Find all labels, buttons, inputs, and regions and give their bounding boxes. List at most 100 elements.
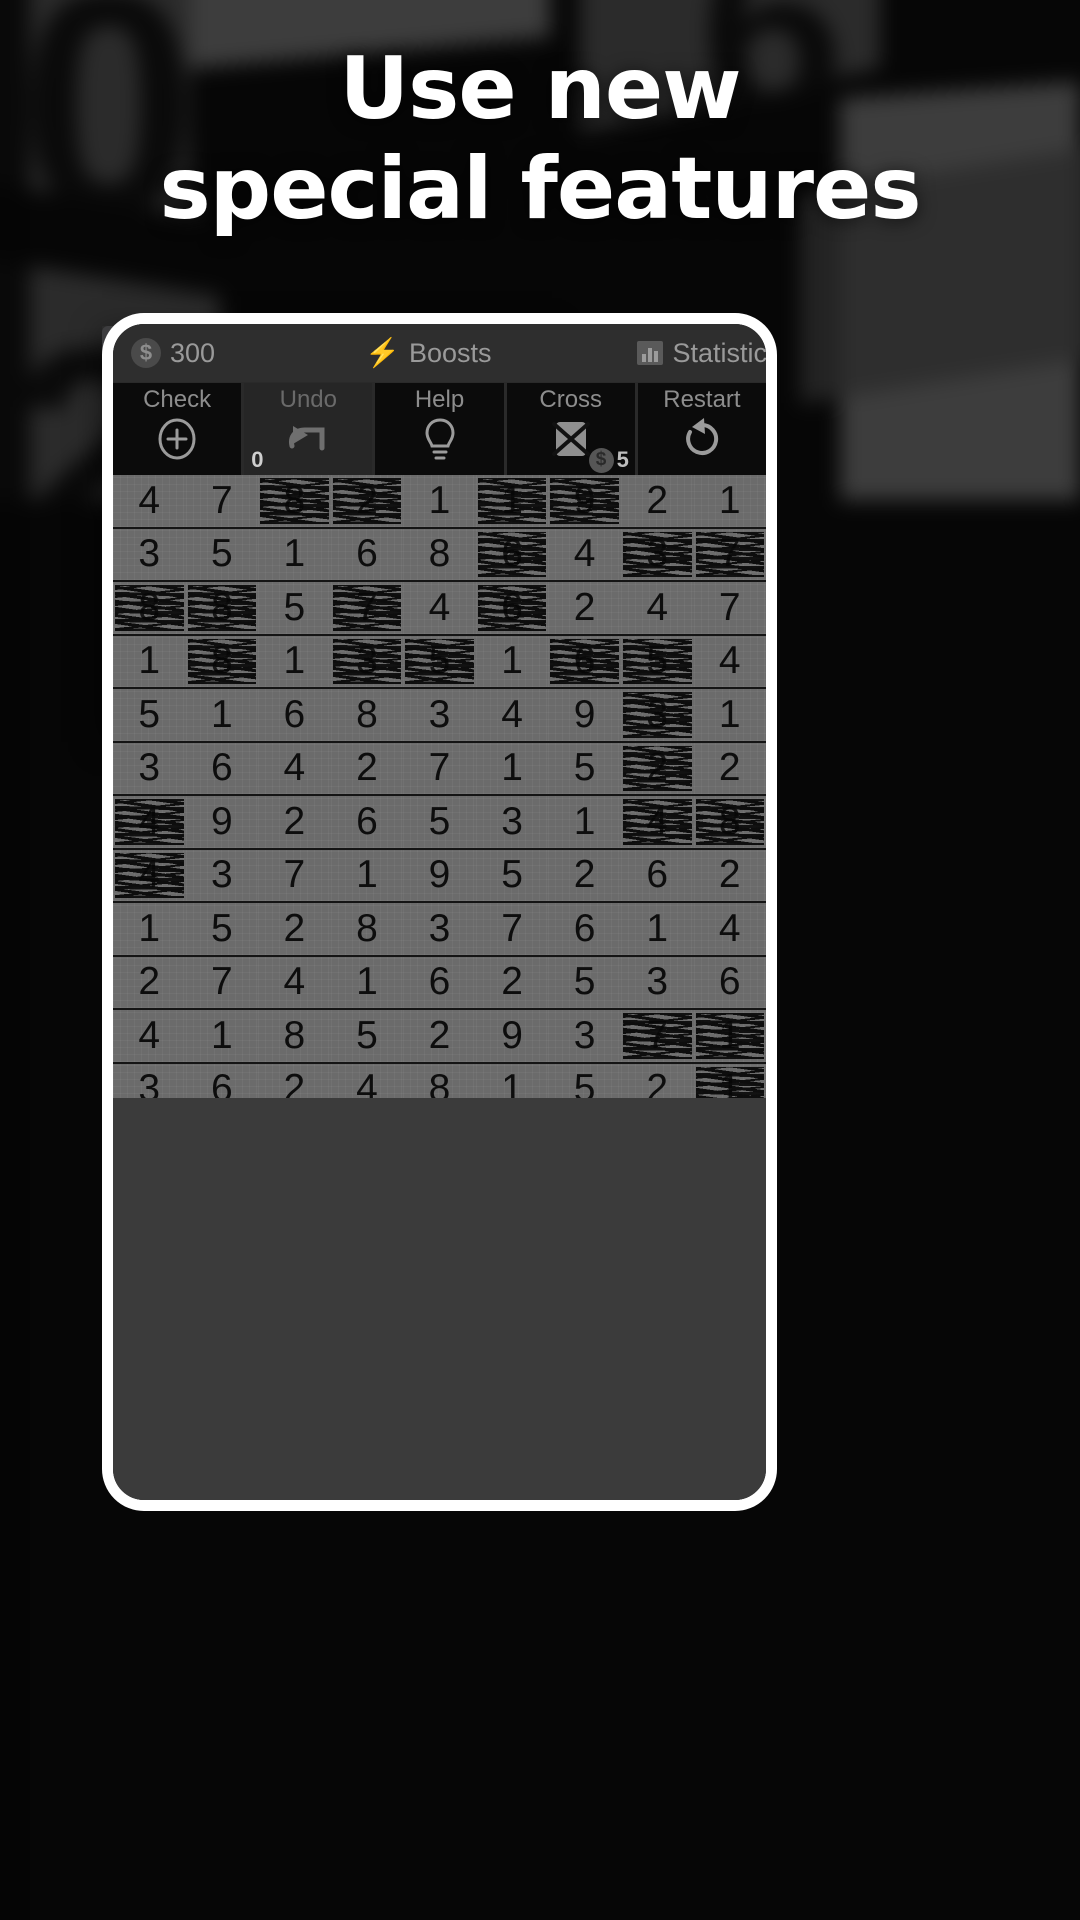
grid-cell[interactable]: 6 xyxy=(330,796,404,848)
grid-cell[interactable]: 4 xyxy=(693,903,766,955)
grid-cell[interactable]: 1 xyxy=(693,689,766,741)
grid-cell[interactable]: 5 xyxy=(185,528,259,580)
grid-cell[interactable]: 1 xyxy=(185,1010,259,1062)
grid-cell[interactable]: 4 xyxy=(548,528,621,580)
help-button[interactable]: Help xyxy=(375,383,504,475)
grid-cell[interactable]: 1 xyxy=(693,475,766,527)
grid-cell[interactable]: 1 xyxy=(475,475,549,527)
grid-cell[interactable]: 2 xyxy=(403,1010,476,1062)
grid-cell[interactable]: 2 xyxy=(620,475,694,527)
grid-cell[interactable]: 7 xyxy=(403,742,476,794)
grid-cell[interactable]: 5 xyxy=(403,635,476,687)
grid-cell[interactable]: 2 xyxy=(475,956,549,1008)
grid-cell[interactable]: 3 xyxy=(403,903,476,955)
grid-cell[interactable]: 2 xyxy=(620,742,694,794)
grid-cell[interactable]: 2 xyxy=(258,796,331,848)
grid-cell[interactable]: 4 xyxy=(258,742,331,794)
grid-cell[interactable]: 3 xyxy=(403,689,476,741)
cross-button[interactable]: Cross $ 5 xyxy=(506,383,635,475)
grid-cell[interactable]: 3 xyxy=(620,956,694,1008)
grid-cell[interactable]: 4 xyxy=(113,1010,186,1062)
grid-cell[interactable]: 1 xyxy=(548,796,621,848)
grid-cell[interactable]: 9 xyxy=(185,796,259,848)
number-grid[interactable]: 4782119213516864378857462471813516545168… xyxy=(113,475,766,1171)
grid-cell[interactable]: 4 xyxy=(475,689,549,741)
grid-cell[interactable]: 5 xyxy=(113,689,186,741)
grid-cell[interactable]: 4 xyxy=(620,582,694,634)
grid-cell[interactable]: 1 xyxy=(403,475,476,527)
grid-cell[interactable]: 3 xyxy=(185,849,259,901)
grid-cell[interactable]: 3 xyxy=(330,635,404,687)
grid-cell[interactable]: 2 xyxy=(548,849,621,901)
grid-cell[interactable]: 3 xyxy=(620,689,694,741)
grid-cell[interactable]: 6 xyxy=(185,742,259,794)
grid-cell[interactable]: 3 xyxy=(113,742,186,794)
grid-cell[interactable]: 1 xyxy=(475,635,549,687)
grid-cell[interactable]: 7 xyxy=(185,475,259,527)
grid-cell[interactable]: 1 xyxy=(113,903,186,955)
grid-cell[interactable]: 9 xyxy=(403,849,476,901)
grid-cell[interactable]: 1 xyxy=(620,903,694,955)
grid-cell[interactable]: 8 xyxy=(258,475,331,527)
grid-cell[interactable]: 1 xyxy=(330,849,404,901)
grid-cell[interactable]: 6 xyxy=(548,903,621,955)
grid-cell[interactable]: 6 xyxy=(475,528,549,580)
grid-cell[interactable]: 1 xyxy=(330,956,404,1008)
grid-cell[interactable]: 4 xyxy=(620,796,694,848)
grid-cell[interactable]: 5 xyxy=(185,903,259,955)
grid-cell[interactable]: 6 xyxy=(475,582,549,634)
grid-cell[interactable]: 3 xyxy=(475,796,549,848)
grid-cell[interactable]: 5 xyxy=(403,796,476,848)
grid-cell[interactable]: 9 xyxy=(548,475,621,527)
grid-cell[interactable]: 2 xyxy=(693,849,766,901)
grid-cell[interactable]: 4 xyxy=(113,796,186,848)
grid-cell[interactable]: 3 xyxy=(548,1010,621,1062)
grid-cell[interactable]: 2 xyxy=(548,582,621,634)
grid-cell[interactable]: 1 xyxy=(185,689,259,741)
grid-cell[interactable]: 7 xyxy=(693,582,766,634)
grid-cell[interactable]: 8 xyxy=(185,582,259,634)
grid-cell[interactable]: 1 xyxy=(258,635,331,687)
grid-cell[interactable]: 4 xyxy=(258,956,331,1008)
grid-cell[interactable]: 2 xyxy=(258,903,331,955)
grid-cell[interactable]: 1 xyxy=(475,742,549,794)
grid-cell[interactable]: 3 xyxy=(620,528,694,580)
grid-cell[interactable]: 2 xyxy=(693,742,766,794)
grid-cell[interactable]: 5 xyxy=(330,1010,404,1062)
grid-cell[interactable]: 4 xyxy=(403,582,476,634)
grid-cell[interactable]: 4 xyxy=(113,475,186,527)
grid-cell[interactable]: 6 xyxy=(693,956,766,1008)
grid-cell[interactable]: 7 xyxy=(475,903,549,955)
grid-cell[interactable]: 2 xyxy=(330,742,404,794)
undo-button[interactable]: Undo 0 xyxy=(244,383,373,475)
grid-cell[interactable]: 8 xyxy=(113,582,186,634)
grid-cell[interactable]: 8 xyxy=(330,689,404,741)
grid-cell[interactable]: 6 xyxy=(403,956,476,1008)
statistics-menu-button[interactable]: Statistics xyxy=(637,338,766,369)
boosts-menu-button[interactable]: ⚡ Boosts xyxy=(365,338,491,369)
grid-cell[interactable]: 6 xyxy=(258,689,331,741)
grid-cell[interactable]: 5 xyxy=(475,849,549,901)
grid-cell[interactable]: 5 xyxy=(620,635,694,687)
grid-cell[interactable]: 5 xyxy=(548,956,621,1008)
grid-cell[interactable]: 5 xyxy=(258,582,331,634)
restart-button[interactable]: Restart xyxy=(637,383,766,475)
grid-cell[interactable]: 7 xyxy=(185,956,259,1008)
grid-cell[interactable]: 4 xyxy=(113,849,186,901)
grid-cell[interactable]: 1 xyxy=(113,635,186,687)
grid-cell[interactable]: 9 xyxy=(475,1010,549,1062)
grid-cell[interactable]: 8 xyxy=(258,1010,331,1062)
grid-cell[interactable]: 8 xyxy=(693,796,766,848)
grid-cell[interactable]: 6 xyxy=(330,528,404,580)
grid-cell[interactable]: 7 xyxy=(258,849,331,901)
grid-cell[interactable]: 7 xyxy=(620,1010,694,1062)
grid-cell[interactable]: 2 xyxy=(113,956,186,1008)
grid-cell[interactable]: 6 xyxy=(620,849,694,901)
grid-cell[interactable]: 7 xyxy=(330,582,404,634)
grid-cell[interactable]: 7 xyxy=(693,528,766,580)
grid-cell[interactable]: 2 xyxy=(330,475,404,527)
grid-cell[interactable]: 9 xyxy=(548,689,621,741)
check-button[interactable]: Check xyxy=(113,383,242,475)
grid-cell[interactable]: 3 xyxy=(113,528,186,580)
grid-cell[interactable]: 8 xyxy=(185,635,259,687)
